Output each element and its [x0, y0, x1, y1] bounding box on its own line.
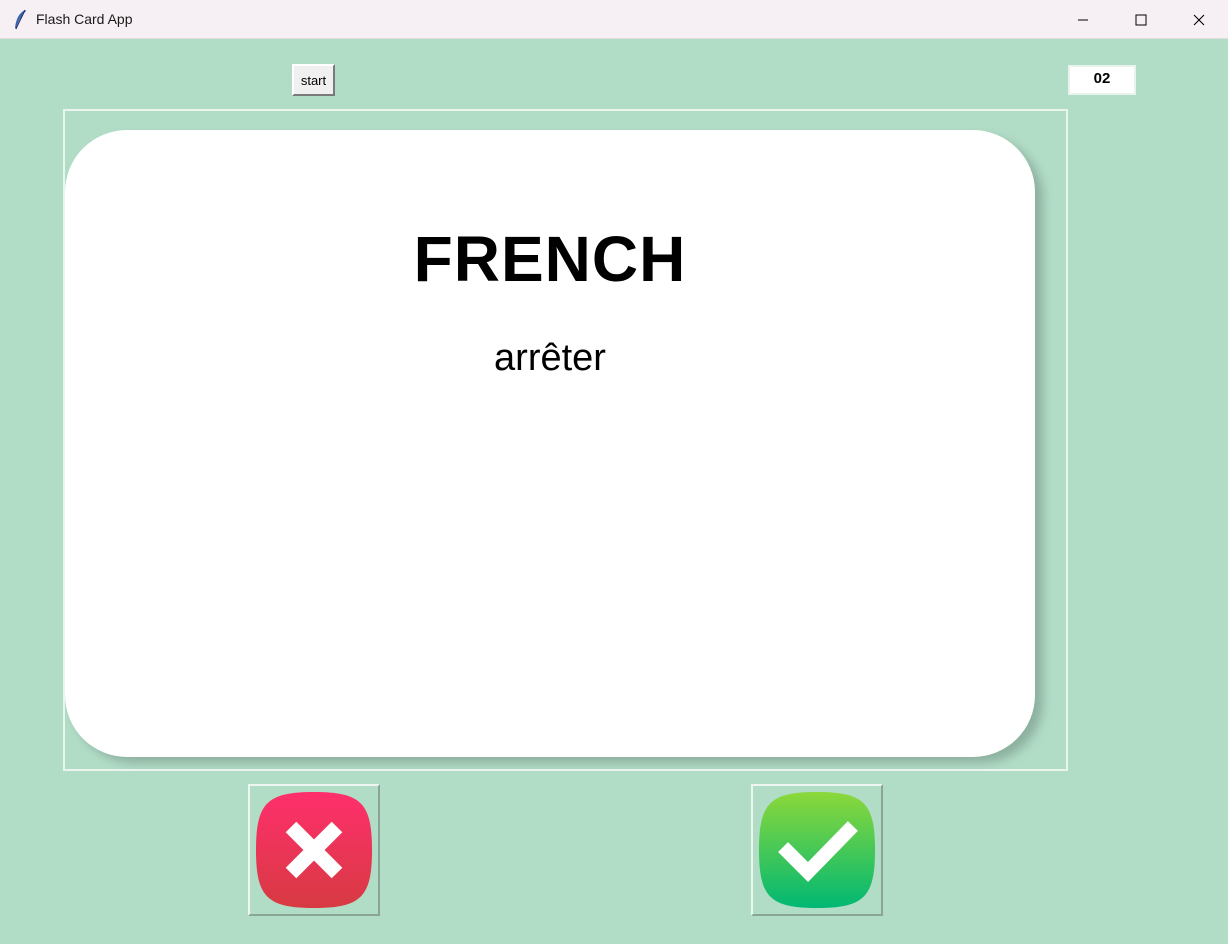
cross-icon [256, 792, 372, 908]
title-bar: Flash Card App [0, 0, 1228, 39]
close-button[interactable] [1170, 0, 1228, 39]
app-window-body: start 02 FRENCH arrêter [0, 39, 1228, 944]
maximize-icon [1135, 14, 1147, 25]
card-counter: 02 [1068, 65, 1136, 95]
card-language-title: FRENCH [413, 223, 687, 295]
wrong-button[interactable] [248, 784, 380, 916]
minimize-icon [1078, 19, 1088, 20]
card-word: arrêter [494, 337, 606, 379]
maximize-button[interactable] [1112, 0, 1170, 39]
minimize-button[interactable] [1054, 0, 1112, 39]
close-icon [1193, 14, 1205, 25]
flash-card: FRENCH arrêter [65, 130, 1035, 757]
start-button[interactable]: start [292, 64, 335, 96]
right-button[interactable] [751, 784, 883, 916]
feather-icon [15, 9, 26, 30]
card-canvas: FRENCH arrêter [63, 109, 1068, 771]
checkmark-icon [759, 792, 875, 908]
window-title: Flash Card App [36, 11, 133, 27]
